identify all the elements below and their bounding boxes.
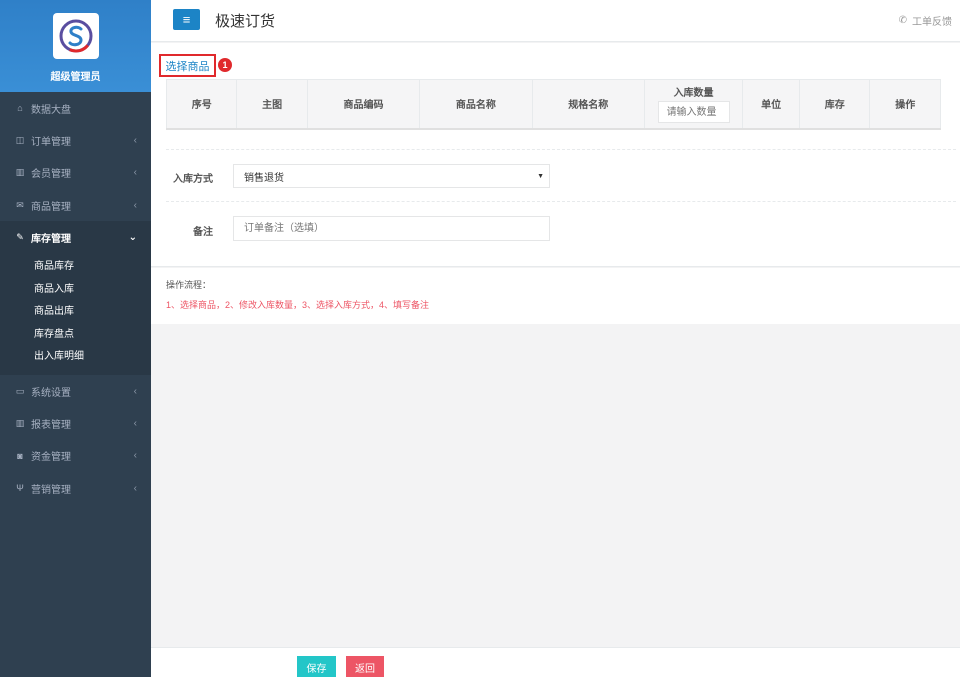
step-badge: 1 (218, 58, 232, 72)
sidebar-subitem[interactable]: 商品入库 (0, 276, 151, 299)
sidebar-item-label: 订单管理 (31, 136, 71, 148)
sidebar-item[interactable]: ◙ 资金管理 ‹ (0, 440, 151, 472)
col-qty: 入库数量 (643, 79, 744, 130)
menu-toggle-button[interactable]: ≡ (173, 9, 200, 30)
sidebar-subitem[interactable]: 商品出库 (0, 298, 151, 321)
sidebar-item-label: 会员管理 (31, 169, 71, 181)
inbound-method-select[interactable]: 销售退货 ▼ (233, 164, 550, 188)
col-name: 商品名称 (419, 79, 533, 130)
sidebar-item-label: 资金管理 (31, 452, 71, 464)
remark-label: 备注 (193, 227, 213, 238)
sidebar-item[interactable]: ▭ 系统设置 ‹ (0, 375, 151, 407)
whatsapp-icon: ✆ (898, 15, 907, 26)
profile-name: 超级管理员 (50, 72, 101, 83)
col-image: 主图 (236, 79, 308, 130)
inbound-method-label: 入库方式 (173, 174, 213, 185)
sidebar-subnav: 商品库存 商品入库 商品出库 库存盘点 出入库明细 (0, 253, 151, 375)
sidebar-subitem[interactable]: 库存盘点 (0, 321, 151, 344)
chevron-left-icon: ‹ (133, 417, 137, 429)
steps-title: 操作流程： (166, 280, 212, 290)
menu-icon: ≡ (182, 12, 191, 27)
desktop-icon: ▭ (15, 385, 25, 396)
page-title: 极速订货 (215, 13, 276, 30)
envelope-icon: ✉ (16, 199, 24, 210)
operation-steps: 操作流程： 1、选择商品，2、修改入库数量，3、选择入库方式，4、填写备注 (151, 268, 960, 324)
feedback-label: 工单反馈 (912, 17, 952, 28)
inbound-method-value: 销售退货 (244, 172, 284, 184)
save-button[interactable]: 保存 (297, 656, 336, 677)
content-panel: 选择商品 1 序号 主图 商品编码 商品名称 规格名称 入库数量 单位 库存 操… (151, 43, 960, 267)
home-icon: ⌂ (17, 103, 23, 114)
columns-icon: ◫ (15, 134, 25, 145)
bar-chart-icon: ▥ (15, 417, 25, 428)
back-button[interactable]: 返回 (346, 656, 384, 677)
qty-input[interactable] (657, 101, 730, 124)
col-action: 操作 (869, 79, 941, 130)
chevron-left-icon: ‹ (133, 167, 137, 179)
sidebar-item-label: 报表管理 (31, 419, 71, 431)
col-index: 序号 (165, 79, 238, 130)
divider (166, 149, 956, 150)
sidebar-item[interactable]: ◫ 订单管理 ‹ (0, 124, 151, 156)
cutlery-icon: Ψ (16, 483, 24, 494)
col-code: 商品编码 (306, 79, 421, 130)
caret-down-icon: ▼ (537, 172, 544, 180)
chevron-left-icon: ‹ (133, 199, 137, 211)
sidebar: 超级管理员 ⌂ 数据大盘 ◫ 订单管理 ‹ ▥ 会员管理 ‹ ✉ 商品管理 ‹ ✎ 库存管理 ⌄ 商品库存商… (0, 0, 151, 677)
logo[interactable] (52, 13, 99, 59)
sidebar-subitem[interactable]: 出入库明细 (0, 343, 151, 366)
chevron-left-icon: ‹ (133, 385, 137, 397)
edit-icon: ✎ (16, 231, 24, 242)
sidebar-item-label: 系统设置 (31, 387, 71, 399)
chevron-left-icon: ‹ (133, 482, 137, 494)
sidebar-item[interactable]: ⌂ 数据大盘 (0, 92, 151, 124)
sidebar-item-label: 库存管理 (31, 233, 71, 245)
goods-table: 序号 主图 商品编码 商品名称 规格名称 入库数量 单位 库存 操作 (165, 79, 941, 130)
chevron-left-icon: ‹ (133, 450, 137, 462)
remark-input[interactable] (233, 216, 550, 241)
sidebar-subitem[interactable]: 商品库存 (0, 253, 151, 276)
footer-bar: 保存 返回 (151, 647, 960, 677)
steps-text: 1、选择商品，2、修改入库数量，3、选择入库方式，4、填写备注 (166, 300, 430, 310)
sidebar-item-label: 商品管理 (31, 201, 71, 213)
divider (166, 201, 956, 202)
col-spec: 规格名称 (531, 79, 645, 130)
money-icon: ◙ (17, 450, 23, 461)
top-bar: ≡ 极速订货 ✆ 工单反馈 (151, 0, 960, 42)
sidebar-item-label: 数据大盘 (31, 104, 71, 116)
profile-header: 超级管理员 (0, 0, 151, 92)
chevron-left-icon: ‹ (133, 134, 137, 146)
sidebar-item[interactable]: ▥ 会员管理 ‹ (0, 157, 151, 189)
sidebar-item[interactable]: ✉ 商品管理 ‹ (0, 189, 151, 221)
sidebar-item[interactable]: ▥ 报表管理 ‹ (0, 407, 151, 439)
bar-chart-icon: ▥ (15, 167, 25, 178)
chevron-down-icon: ⌄ (128, 231, 137, 243)
sidebar-item[interactable]: ✎ 库存管理 ⌄ (0, 221, 151, 254)
col-qty-label: 入库数量 (673, 88, 714, 100)
select-goods-link[interactable]: 选择商品 (159, 54, 216, 77)
brand-logo-icon (59, 19, 92, 53)
sidebar-item-label: 营销管理 (31, 484, 71, 496)
feedback-link[interactable]: ✆ 工单反馈 (899, 13, 952, 28)
sidebar-nav: ⌂ 数据大盘 ◫ 订单管理 ‹ ▥ 会员管理 ‹ ✉ 商品管理 ‹ ✎ 库存管理 ⌄ 商品库存 商品入库 商品出… (0, 92, 151, 504)
col-stock: 库存 (799, 79, 871, 130)
table-header-row: 序号 主图 商品编码 商品名称 规格名称 入库数量 单位 库存 操作 (165, 79, 941, 130)
sidebar-item[interactable]: Ψ 营销管理 ‹ (0, 472, 151, 504)
col-unit: 单位 (742, 79, 801, 130)
